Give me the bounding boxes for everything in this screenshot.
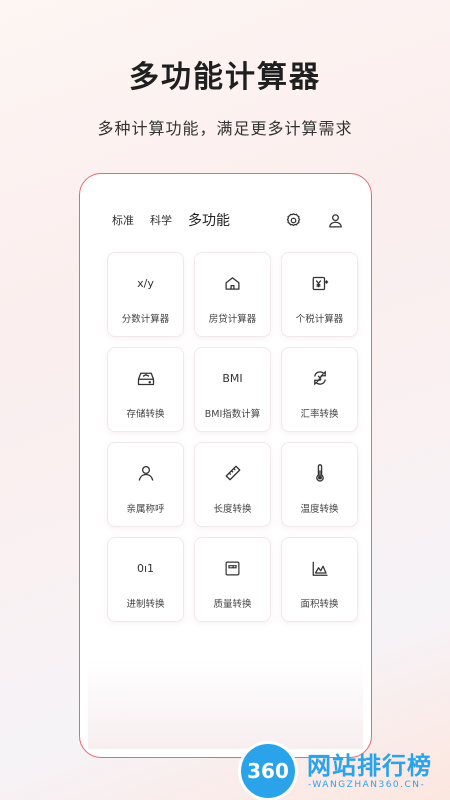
watermark-title: 网站排行榜 — [307, 752, 432, 780]
exchange-icon — [282, 368, 357, 388]
tool-kinship-title[interactable]: 亲属称呼 — [107, 442, 184, 527]
gear-icon[interactable] — [283, 210, 303, 230]
tool-label: 分数计算器 — [121, 314, 170, 325]
tool-label: 进制转换 — [126, 599, 165, 610]
tool-fraction-calculator[interactable]: x/y 分数计算器 — [107, 252, 184, 337]
app-screen: 标准 科学 多功能 x/y 分数计算器 房贷计算器 个税计算器 存储转换 BMI… — [88, 182, 363, 749]
tab-standard[interactable]: 标准 — [112, 212, 134, 228]
tool-label: 温度转换 — [300, 504, 339, 515]
tool-length-conversion[interactable]: 长度转换 — [194, 442, 271, 527]
tool-label: 面积转换 — [300, 599, 339, 610]
tool-label: 房贷计算器 — [208, 314, 257, 325]
fraction-icon: x/y — [137, 276, 154, 290]
tool-bmi-calculator[interactable]: BMI BMI指数计算 — [194, 347, 271, 432]
tool-area-conversion[interactable]: 面积转换 — [281, 537, 358, 622]
tool-mortgage-calculator[interactable]: 房贷计算器 — [194, 252, 271, 337]
watermark-badge: 360 — [241, 744, 295, 798]
thermometer-icon — [282, 463, 357, 483]
watermark-logo: 360 网站排行榜 -WANGZHAN360.CN- — [235, 738, 450, 800]
tool-exchange-rate[interactable]: 汇率转换 — [281, 347, 358, 432]
person-icon — [108, 463, 183, 483]
tool-label: BMI指数计算 — [204, 409, 261, 420]
user-icon[interactable] — [325, 210, 345, 230]
watermark-subtitle: -WANGZHAN360.CN- — [308, 780, 426, 790]
house-icon — [195, 273, 270, 293]
page-title: 多功能计算器 — [129, 60, 321, 95]
tool-label: 亲属称呼 — [126, 504, 165, 515]
tool-tax-calculator[interactable]: 个税计算器 — [281, 252, 358, 337]
tab-scientific[interactable]: 科学 — [150, 212, 172, 228]
tab-multifunction[interactable]: 多功能 — [188, 210, 230, 230]
phone-frame: 标准 科学 多功能 x/y 分数计算器 房贷计算器 个税计算器 存储转换 BMI… — [79, 173, 372, 758]
tool-temperature-conversion[interactable]: 温度转换 — [281, 442, 358, 527]
ruler-icon — [195, 463, 270, 483]
area-chart-icon — [282, 558, 357, 578]
tool-mass-conversion[interactable]: 质量转换 — [194, 537, 271, 622]
tool-label: 长度转换 — [213, 504, 252, 515]
tool-label: 汇率转换 — [300, 409, 339, 420]
bmi-icon: BMI — [222, 371, 243, 385]
storage-icon — [108, 368, 183, 388]
tool-label: 质量转换 — [213, 599, 252, 610]
top-bar: 标准 科学 多功能 — [112, 210, 345, 230]
binary-icon: 0ı1 — [136, 561, 155, 575]
page-subtitle: 多种计算功能，满足更多计算需求 — [97, 119, 353, 138]
tool-label: 个税计算器 — [295, 314, 344, 325]
scale-icon — [195, 558, 270, 578]
tax-icon — [282, 273, 357, 293]
bottom-fade — [88, 659, 363, 749]
tool-grid: x/y 分数计算器 房贷计算器 个税计算器 存储转换 BMI BMI指数计算 汇… — [107, 252, 358, 622]
tool-storage-conversion[interactable]: 存储转换 — [107, 347, 184, 432]
tool-label: 存储转换 — [126, 409, 165, 420]
tool-base-conversion[interactable]: 0ı1 进制转换 — [107, 537, 184, 622]
